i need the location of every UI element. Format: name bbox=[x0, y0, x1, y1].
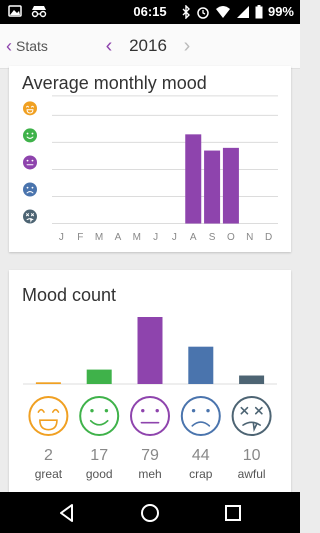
mood-awful-face-icon bbox=[231, 396, 272, 436]
month-tick-label: N bbox=[246, 232, 253, 243]
month-tick-label: O bbox=[227, 232, 235, 243]
monthly-mood-chart: JFMAMJJASOND bbox=[23, 95, 278, 243]
month-bar bbox=[204, 150, 221, 224]
mood-count-value: 17 bbox=[90, 447, 108, 464]
alarm-icon bbox=[196, 5, 210, 19]
month-tick-label: J bbox=[153, 232, 158, 243]
mood-meh-icon bbox=[23, 155, 37, 170]
month-bar bbox=[185, 134, 202, 224]
mood-awful-icon bbox=[23, 209, 37, 224]
mood-count-bar bbox=[188, 346, 214, 384]
month-tick-label: M bbox=[133, 232, 141, 243]
previous-year-button[interactable]: ‹ bbox=[100, 35, 118, 58]
mood-label: crap bbox=[189, 467, 213, 481]
system-navigation-bar bbox=[0, 492, 300, 533]
month-tick-label: D bbox=[265, 232, 272, 243]
status-bar: 06:15 99% bbox=[0, 0, 300, 24]
mood-count-card: Mood count 2 great 17 good 79 meh 44 crap 10 awfu… bbox=[9, 270, 291, 492]
month-bar bbox=[222, 147, 239, 224]
month-tick-label: S bbox=[209, 232, 216, 243]
month-tick-label: F bbox=[77, 232, 83, 243]
month-tick-label: J bbox=[59, 232, 64, 243]
mood-label: awful bbox=[238, 467, 266, 481]
back-to-stats-button[interactable]: ‹ Stats bbox=[6, 32, 48, 60]
mood-crap-icon bbox=[23, 182, 37, 197]
home-circle-icon[interactable] bbox=[139, 502, 161, 524]
mood-good-icon bbox=[23, 128, 37, 143]
chevron-left-icon: ‹ bbox=[6, 36, 12, 56]
wifi-icon bbox=[215, 5, 231, 19]
mood-count-bar bbox=[35, 382, 61, 384]
battery-percent: 99% bbox=[267, 4, 294, 19]
battery-icon bbox=[255, 4, 263, 19]
month-tick-label: A bbox=[115, 232, 122, 243]
mood-count-value: 2 bbox=[44, 447, 53, 464]
mood-count-value: 10 bbox=[243, 447, 261, 464]
mood-count-bar bbox=[137, 317, 163, 384]
year-label: 2016 bbox=[129, 36, 167, 55]
mood-count-chart: 2 great 17 good 79 meh 44 crap 10 awful bbox=[23, 317, 277, 481]
recents-square-icon[interactable] bbox=[222, 502, 244, 524]
next-year-button[interactable]: › bbox=[178, 35, 196, 58]
mood-great-icon bbox=[23, 101, 37, 116]
mood-label: meh bbox=[138, 467, 161, 481]
month-tick-label: M bbox=[95, 232, 103, 243]
mood-count-value: 44 bbox=[192, 447, 210, 464]
mood-count-bar bbox=[86, 369, 112, 384]
mood-label: great bbox=[35, 467, 63, 481]
mood-count-bar bbox=[239, 375, 265, 384]
mood-label: good bbox=[86, 467, 113, 481]
year-navigator: ‹ 2016 › bbox=[100, 32, 196, 60]
mood-great-face-icon bbox=[28, 396, 69, 436]
mood-count-value: 79 bbox=[141, 447, 159, 464]
month-tick-label: A bbox=[190, 232, 197, 243]
mood-crap-face-icon bbox=[180, 396, 221, 436]
mood-good-face-icon bbox=[79, 396, 120, 436]
mood-meh-face-icon bbox=[130, 396, 170, 436]
bluetooth-icon bbox=[181, 4, 191, 19]
back-label: Stats bbox=[16, 38, 48, 54]
signal-icon bbox=[236, 5, 250, 19]
back-triangle-icon[interactable] bbox=[56, 502, 78, 524]
average-monthly-mood-card: Average monthly mood JFMAMJJASOND bbox=[9, 66, 291, 252]
month-tick-label: J bbox=[172, 232, 177, 243]
app-bar: ‹ Stats ‹ 2016 › bbox=[0, 24, 300, 69]
